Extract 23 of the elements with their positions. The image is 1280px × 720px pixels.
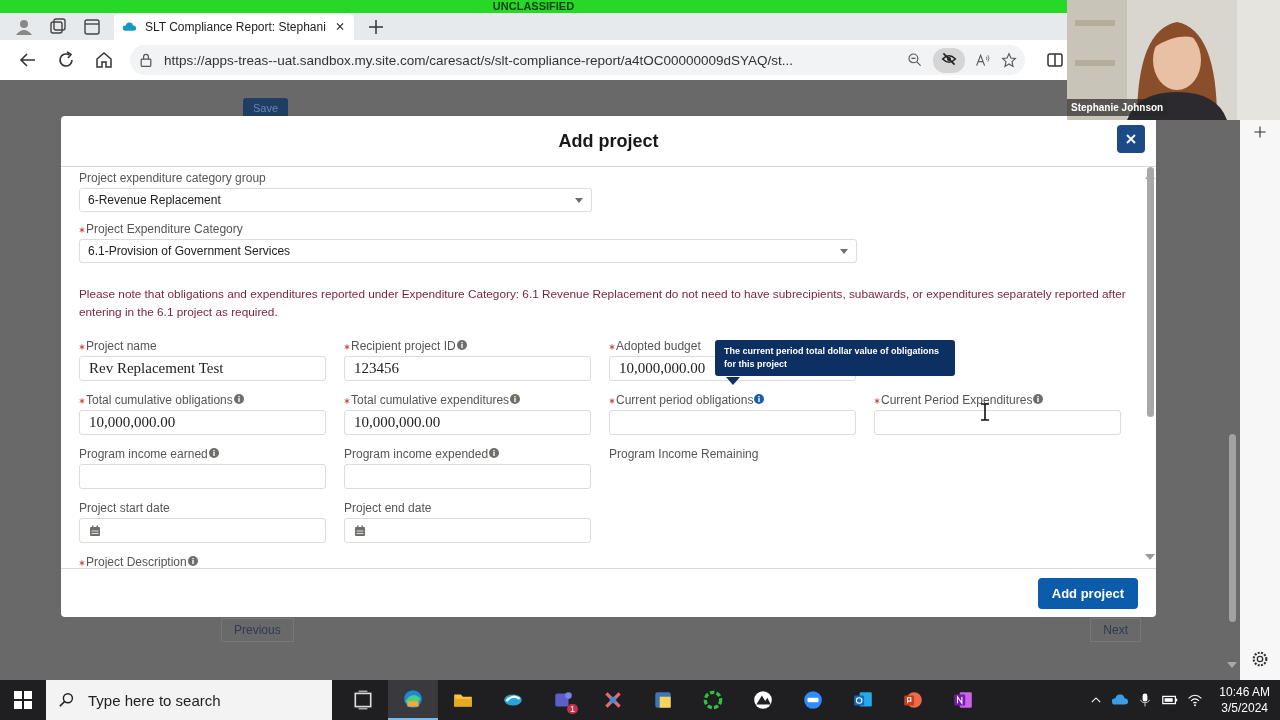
field-label: Project start date (79, 501, 170, 515)
field-label: Program income expended (344, 447, 489, 461)
field-label: Current period obligations (616, 393, 754, 407)
participant-name: Stephanie Johnson (1067, 99, 1168, 116)
field-label: Project Description (86, 555, 187, 568)
field-label: Project expenditure category group (79, 171, 266, 185)
field-label: Project Expenditure Category (86, 222, 243, 236)
notice-text: Please note that obligations and expenditures reported under Expenditure Category: 6.1 Revenue Replacement do not need to have subrecipients, subawards, or expenditures separately reported after entering in the 6.1 project as required. (79, 286, 1126, 321)
field-label: Program income earned (79, 447, 208, 461)
field-label: Total cumulative expenditures (351, 393, 510, 407)
field-label: Program Income Remaining (609, 447, 759, 461)
field-label: Adopted budget (616, 339, 701, 353)
field-label: Project name (86, 339, 157, 353)
classification-label: UNCLASSIFIED (492, 0, 575, 13)
clock-time: 10:46 AM (1219, 684, 1270, 700)
tooltip: The current period total dollar value of obligations for this project (715, 340, 955, 376)
field-label: Current Period Expenditures (881, 393, 1033, 407)
notification-badge: 1 (567, 704, 578, 714)
clock-date: 3/5/2024 (1220, 700, 1269, 716)
field-label: Recipient project ID (351, 339, 456, 353)
field-label: Project end date (344, 501, 432, 515)
field-label: Total cumulative obligations (86, 393, 233, 407)
modal-title: Add project (558, 130, 659, 152)
